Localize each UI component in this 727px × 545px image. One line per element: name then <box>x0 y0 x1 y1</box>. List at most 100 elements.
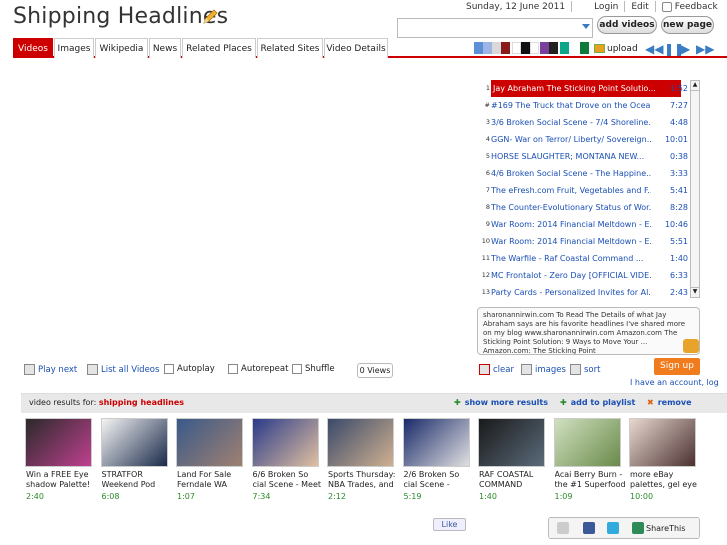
autoplay-option[interactable]: Autoplay <box>164 364 215 374</box>
video-duration: 7:34 <box>252 492 271 501</box>
video-thumbnail[interactable] <box>553 418 621 467</box>
color-swatch[interactable] <box>483 42 492 54</box>
images-icon <box>521 364 532 375</box>
remove-button[interactable]: ✖ remove <box>647 398 692 407</box>
signup-button[interactable]: Sign up <box>654 358 700 375</box>
twitter-icon[interactable] <box>607 522 619 534</box>
edit-link[interactable]: Edit <box>625 2 654 12</box>
tab-video-details[interactable]: Video Details <box>324 38 388 58</box>
tab-images[interactable]: Images <box>54 38 94 58</box>
video-title[interactable]: Acai Berry Burn - the #1 Superfood <box>555 470 627 490</box>
new-page-button[interactable]: new page <box>661 16 714 34</box>
autoplay-checkbox[interactable] <box>164 364 174 374</box>
search-input[interactable] <box>397 18 593 38</box>
video-thumbnail[interactable] <box>478 418 545 467</box>
tab-news[interactable]: News <box>149 38 181 58</box>
video-title[interactable]: 2/6 Broken So cial Scene - <box>404 470 476 490</box>
scroll-up-icon[interactable]: ▲ <box>691 81 699 91</box>
playlist-item[interactable]: 6 4/6 Broken Social Scene - The Happine..… <box>476 165 688 182</box>
fast-forward-icon[interactable]: ▶▶ <box>696 42 714 56</box>
video-thumbnail[interactable] <box>327 418 394 467</box>
sharethis-icon[interactable] <box>632 522 644 534</box>
playlist-item[interactable]: 13 Party Cards - Personalized Invites for… <box>476 284 688 301</box>
expand-icon[interactable] <box>683 339 699 353</box>
color-swatch[interactable] <box>501 42 510 54</box>
color-swatch[interactable] <box>530 42 539 54</box>
video-thumbnail[interactable] <box>100 418 168 467</box>
video-thumbnail[interactable] <box>629 418 696 467</box>
playlist-item[interactable]: 10 War Room: 2014 Financial Meltdown - E.… <box>476 233 688 250</box>
playlist-item[interactable]: 5 HORSE SLAUGHTER; MONTANA NEW... 0:38 <box>476 148 688 165</box>
play-next-button[interactable]: Play next <box>24 364 77 375</box>
sharethis-label[interactable]: ShareThis <box>646 524 685 533</box>
color-swatch[interactable] <box>512 42 521 54</box>
color-swatch[interactable] <box>474 42 483 54</box>
facebook-icon[interactable] <box>583 522 595 534</box>
login-account-link[interactable]: I have an account, log <box>630 378 719 387</box>
add-to-playlist-button[interactable]: ✚ add to playlist <box>560 398 635 407</box>
playlist-scrollbar[interactable]: ▲ ▼ <box>690 80 700 298</box>
images-button[interactable]: images <box>521 364 566 375</box>
list-all-videos-button[interactable]: List all Videos <box>87 364 159 375</box>
add-videos-button[interactable]: add videos <box>597 16 657 34</box>
facebook-like-button[interactable]: Like <box>433 518 466 531</box>
playlist-item[interactable]: 7 The eFresh.com Fruit, Vegetables and F.… <box>476 182 688 199</box>
video-title[interactable]: more eBay palettes, gel eye <box>630 470 702 490</box>
video-title[interactable]: Win a FREE Eye shadow Palette! <box>26 470 98 490</box>
upload-icon[interactable] <box>594 44 605 53</box>
clear-button[interactable]: clear <box>479 364 514 375</box>
autorepeat-option[interactable]: Autorepeat <box>228 364 288 374</box>
video-duration: 1:40 <box>479 492 497 501</box>
sort-button[interactable]: sort <box>570 364 600 375</box>
rewind-icon[interactable]: ◀◀ <box>645 42 663 56</box>
color-swatch[interactable] <box>580 42 589 54</box>
tab-related-sites[interactable]: Related Sites <box>257 38 323 58</box>
autorepeat-checkbox[interactable] <box>228 364 238 374</box>
clear-icon <box>479 364 490 375</box>
dropdown-arrow-icon[interactable] <box>582 24 590 29</box>
email-icon[interactable] <box>557 522 569 534</box>
pencil-icon[interactable] <box>202 9 218 25</box>
playlist-item[interactable]: 4 GGN- War on Terror/ Liberty/ Sovereign.… <box>476 131 688 148</box>
color-swatch[interactable] <box>549 42 558 54</box>
video-thumbnail[interactable] <box>402 418 470 467</box>
show-more-results-button[interactable]: ✚ show more results <box>454 398 548 407</box>
video-duration: 1:09 <box>554 492 573 501</box>
playlist-item[interactable]: 8 The Counter-Evolutionary Status of Wor.… <box>476 199 688 216</box>
color-swatch[interactable] <box>492 42 501 54</box>
playlist-item-duration: 3:33 <box>670 169 688 178</box>
feedback-link[interactable]: Feedback <box>656 1 724 12</box>
color-swatch[interactable] <box>540 42 549 54</box>
video-title[interactable]: RAF COASTAL COMMAND <box>479 470 551 490</box>
playlist-item[interactable]: 9 War Room: 2014 Financial Meltdown - E..… <box>476 216 688 233</box>
tab-videos[interactable]: Videos <box>13 38 53 58</box>
video-thumbnail[interactable] <box>25 418 92 467</box>
upload-link[interactable]: upload <box>607 44 638 54</box>
playlist-item[interactable]: # #169 The Truck that Drove on the Ocea..… <box>476 97 688 114</box>
playlist-item-title: GGN- War on Terror/ Liberty/ Sovereign..… <box>491 135 651 144</box>
video-title[interactable]: 6/6 Broken So cial Scene - Meet <box>253 470 325 490</box>
playlist-item-number: 5 <box>485 152 490 160</box>
scroll-down-icon[interactable]: ▼ <box>691 287 699 297</box>
playlist-item[interactable]: 11 The Warfile - Raf Coastal Command ... 1… <box>476 250 688 267</box>
video-thumbnail[interactable] <box>251 418 319 467</box>
video-title[interactable]: STRATFOR Weekend Pod <box>102 470 174 490</box>
playlist-item-number: 12 <box>481 271 490 279</box>
tab-wikipedia[interactable]: Wikipedia <box>95 38 148 58</box>
views-counter: 0 Views <box>357 363 393 378</box>
shuffle-option[interactable]: Shuffle <box>292 364 335 374</box>
video-title[interactable]: Land For Sale Ferndale WA <box>177 470 249 490</box>
login-link[interactable]: Login <box>572 2 624 12</box>
play-icon[interactable]: ▶ <box>681 42 690 56</box>
playlist-item-duration: 4:48 <box>670 118 688 127</box>
video-title[interactable]: Sports Thursday: NBA Trades, and <box>328 470 400 490</box>
video-thumbnail[interactable] <box>176 418 243 467</box>
tab-related-places[interactable]: Related Places <box>182 38 256 58</box>
playlist-item-number: 4 <box>485 135 490 143</box>
color-swatch[interactable] <box>560 42 569 54</box>
playlist-item[interactable]: 3 3/6 Broken Social Scene - 7/4 Shoreline… <box>476 114 688 131</box>
playlist-item[interactable]: 12 MC Frontalot - Zero Day [OFFICIAL VIDE… <box>476 267 688 284</box>
color-swatch[interactable] <box>521 42 530 54</box>
shuffle-checkbox[interactable] <box>292 364 302 374</box>
playlist-item[interactable]: 1 Jay Abraham The Sticking Point Solutio.… <box>476 80 688 97</box>
